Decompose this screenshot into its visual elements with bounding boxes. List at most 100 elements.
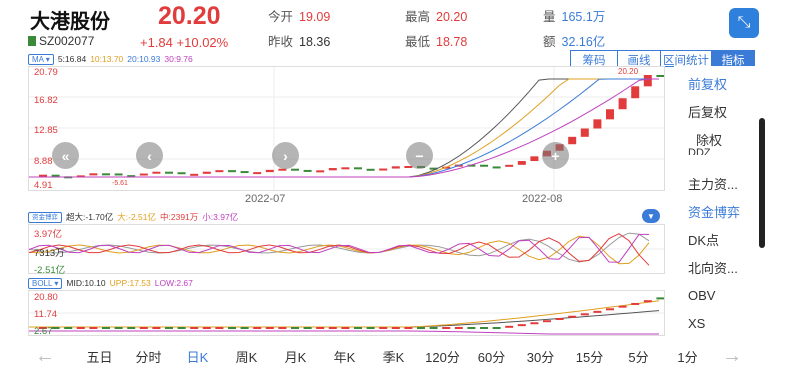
candle — [656, 75, 665, 77]
candle — [568, 136, 577, 145]
boll-candle — [190, 327, 199, 329]
stat-low-label: 最低 — [405, 35, 431, 49]
zoom-in-button[interactable]: + — [542, 142, 569, 169]
candle — [341, 167, 350, 170]
trough-label: -5.61 — [112, 180, 128, 187]
fund-line — [28, 232, 650, 263]
tab-weekly-k[interactable]: 周K — [222, 347, 271, 366]
boll-candle — [202, 327, 211, 329]
boll-candle — [505, 325, 514, 328]
y-label-3: 12.85 — [34, 125, 58, 136]
ma-button[interactable]: MA ▾ — [28, 53, 54, 65]
boll-candle — [379, 327, 388, 329]
zoom-out-button[interactable]: − — [406, 142, 433, 169]
menu-forward-adjust[interactable]: 前复权 — [688, 74, 727, 93]
menu-northbound[interactable]: 北向资... — [688, 258, 738, 277]
menu-dk-point[interactable]: DK点 — [688, 230, 719, 249]
stat-low-value: 18.78 — [436, 35, 468, 49]
boll-candle — [328, 327, 337, 329]
boll-candle — [618, 305, 627, 308]
boll-candle — [454, 327, 463, 329]
boll-panel[interactable] — [28, 290, 665, 336]
fund-mid: 中:2391万 — [160, 212, 199, 222]
candle — [328, 168, 337, 171]
tabs-right-arrow-icon[interactable]: → — [712, 345, 742, 368]
side-menu-scrollbar[interactable] — [759, 118, 765, 248]
peak-label: 20.20 — [618, 67, 639, 76]
stat-prev-close-label: 昨收 — [268, 35, 294, 49]
boll-candle — [303, 327, 312, 329]
candle — [102, 173, 110, 176]
candle — [492, 166, 501, 169]
stock-header: 大港股份 SZ002077 20.20 +1.84 +10.02% 今开 19.0… — [0, 0, 800, 52]
boll-candle — [606, 308, 614, 311]
menu-main-funds[interactable]: 主力资... — [688, 174, 738, 193]
kline-svg — [29, 67, 665, 190]
tab-indicators[interactable]: 指标 — [711, 50, 755, 67]
tab-monthly-k[interactable]: 月K — [271, 347, 320, 366]
boll-candle — [467, 327, 476, 329]
scroll-left-fast-button[interactable]: « — [52, 142, 79, 169]
candle — [593, 119, 602, 129]
scroll-left-button[interactable]: ‹ — [136, 142, 163, 169]
stat-high-label: 最高 — [405, 10, 431, 24]
tabs-left-arrow-icon[interactable]: ← — [35, 345, 75, 368]
tab-120min[interactable]: 120分 — [418, 347, 467, 366]
market-icon — [28, 36, 36, 46]
boll-candle — [656, 297, 665, 300]
boll-candle — [593, 310, 602, 313]
stat-open: 今开 19.09 — [268, 6, 330, 25]
tab-draw-line[interactable]: 画线 — [617, 50, 661, 67]
boll-low: LOW:2.67 — [154, 278, 193, 288]
tab-30min[interactable]: 30分 — [516, 347, 565, 366]
tab-chips[interactable]: 筹码 — [570, 50, 618, 67]
candle — [177, 172, 186, 175]
tab-15min[interactable]: 15分 — [565, 347, 614, 366]
candle — [517, 161, 526, 165]
candle — [631, 86, 640, 99]
minus-icon: − — [415, 147, 424, 164]
candle — [505, 164, 514, 167]
price-change: +1.84 +10.02% — [140, 35, 228, 50]
menu-obv[interactable]: OBV — [688, 288, 715, 303]
fund-y-2: 7313万 — [34, 248, 65, 259]
tab-5min[interactable]: 5分 — [614, 347, 663, 366]
stat-low: 最低 18.78 — [405, 31, 467, 50]
tab-5day[interactable]: 五日 — [75, 347, 124, 366]
ma-indicator-bar: MA ▾ 5:16.84 10:13.70 20:10.93 30:9.76 — [28, 53, 193, 65]
boll-button[interactable]: BOLL ▾ — [28, 277, 63, 289]
scroll-right-button[interactable]: › — [272, 142, 299, 169]
boll-candle — [316, 327, 325, 329]
boll-y-1: 20.80 — [34, 292, 58, 303]
menu-fund-game[interactable]: 资金博弈 — [688, 202, 740, 221]
candle — [202, 171, 211, 174]
boll-candle — [404, 327, 413, 329]
tab-range-stats[interactable]: 区间统计 — [660, 50, 712, 67]
chevron-left-icon: ‹ — [147, 147, 152, 164]
tab-1min[interactable]: 1分 — [663, 347, 712, 366]
collapse-indicator-button[interactable]: ▼ — [642, 209, 660, 223]
menu-xs[interactable]: XS — [688, 316, 705, 331]
boll-candle — [442, 327, 451, 329]
x-label-aug: 2022-08 — [522, 193, 563, 205]
tab-daily-k[interactable]: 日K — [173, 347, 222, 366]
stat-high: 最高 20.20 — [405, 6, 467, 25]
tab-60min[interactable]: 60分 — [467, 347, 516, 366]
kline-chart[interactable] — [28, 66, 665, 191]
fund-game-button[interactable]: 资金博弈 — [28, 211, 62, 223]
candle — [366, 168, 375, 171]
menu-ddz[interactable]: DDZ — [688, 147, 711, 155]
fullscreen-button[interactable]: ⤡ — [729, 8, 759, 38]
boll-candle — [228, 327, 236, 329]
change-value: +1.84 — [140, 35, 173, 50]
stat-open-label: 今开 — [268, 10, 294, 24]
boll-candle — [580, 313, 589, 316]
tab-yearly-k[interactable]: 年K — [320, 347, 369, 366]
change-pct: +10.02% — [176, 35, 229, 50]
fund-panel[interactable] — [28, 224, 665, 274]
menu-backward-adjust[interactable]: 后复权 — [688, 102, 727, 121]
indicator-side-menu: 前复权 后复权 除权 DDZ 主力资... 资金博弈 DK点 北向资... OB… — [674, 66, 760, 346]
boll-candle — [89, 327, 98, 329]
tab-quarterly-k[interactable]: 季K — [369, 347, 418, 366]
tab-intraday[interactable]: 分时 — [124, 347, 173, 366]
